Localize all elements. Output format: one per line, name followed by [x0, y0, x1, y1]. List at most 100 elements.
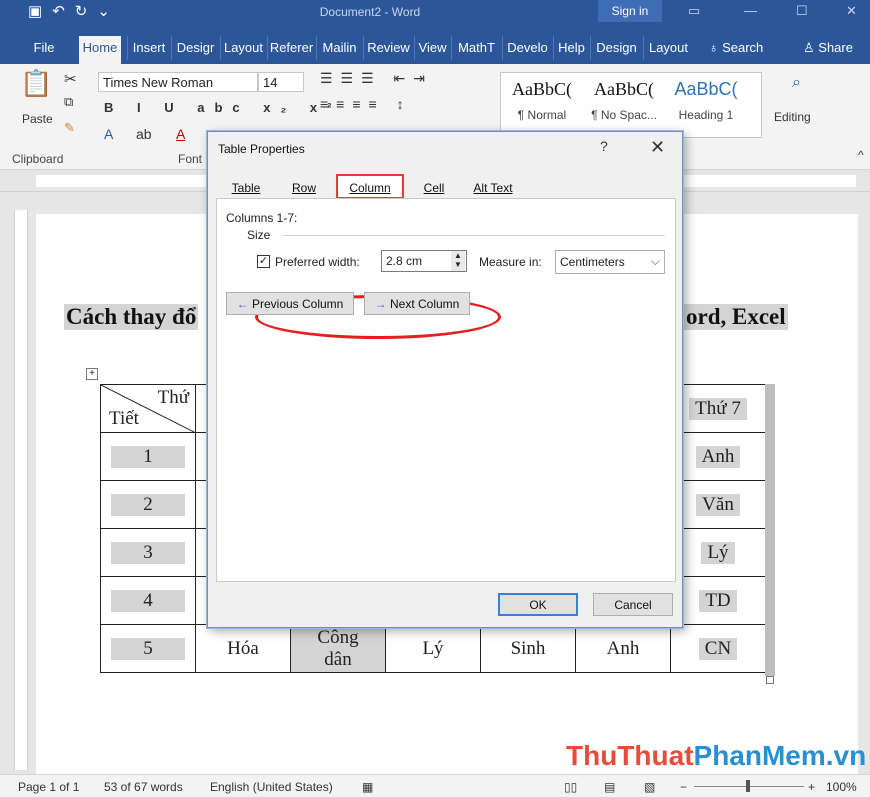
table-cell[interactable]: CN	[670, 624, 766, 673]
paste-icon[interactable]: 📋	[20, 68, 52, 99]
table-cell[interactable]: 1	[100, 432, 196, 481]
table-cell[interactable]: Lý	[670, 528, 766, 577]
find-icon[interactable]: ⌕	[792, 74, 801, 92]
zoom-slider-thumb[interactable]	[746, 780, 750, 792]
next-column-button[interactable]: → Next Column	[364, 292, 470, 315]
ok-button[interactable]: OK	[498, 593, 578, 616]
table-cell[interactable]: Sinh	[480, 624, 576, 673]
page-count[interactable]: Page 1 of 1	[18, 780, 79, 794]
web-layout-icon[interactable]: ▧	[644, 780, 655, 794]
share-button[interactable]: ♙ Share	[798, 36, 858, 60]
table-cell[interactable]: 4	[100, 576, 196, 625]
text-effects-icon[interactable]: A	[104, 126, 113, 142]
tab-mathtype[interactable]: MathT	[451, 36, 501, 60]
table-cell[interactable]: 3	[100, 528, 196, 577]
tab-help[interactable]: Help	[553, 36, 589, 60]
tab-review[interactable]: Review	[363, 36, 413, 60]
previous-column-button[interactable]: ← Previous Column	[226, 292, 354, 315]
proofing-icon[interactable]: ▦	[362, 780, 373, 794]
watermark-logo: ThuThuatPhanMem.vn	[566, 740, 867, 771]
width-spinner[interactable]: ▲ ▼	[451, 251, 465, 271]
tab-references[interactable]: Referer	[267, 36, 315, 60]
tab-cell[interactable]: Cell	[412, 178, 456, 198]
minimize-icon[interactable]: —	[744, 3, 757, 18]
copy-icon[interactable]: ⧉	[64, 94, 73, 110]
tab-table-layout[interactable]: Layout	[643, 36, 693, 60]
status-bar: Page 1 of 1 53 of 67 words English (Unit…	[0, 774, 870, 797]
heading-right: ord, Excel	[684, 304, 788, 330]
print-layout-icon[interactable]: ▤	[604, 780, 615, 794]
font-name-box[interactable]: Times New Roman	[98, 72, 258, 92]
tab-developer[interactable]: Develo	[502, 36, 552, 60]
cut-icon[interactable]: ✂	[64, 70, 77, 88]
size-divider	[283, 235, 665, 236]
format-painter-icon[interactable]: ✎	[64, 120, 75, 136]
column-tab-panel: Columns 1-7: Size ✓ Preferred width: 2.8…	[216, 198, 676, 582]
help-button[interactable]: ?	[600, 138, 608, 154]
diagonal-header-cell[interactable]: Thứ Tiết	[100, 384, 196, 433]
language-indicator[interactable]: English (United States)	[210, 780, 333, 794]
group-clipboard-label: Clipboard	[12, 152, 64, 166]
style-heading-1[interactable]: AaBbC( Heading 1	[665, 79, 747, 122]
font-color-icon[interactable]: A	[176, 126, 185, 142]
word-count[interactable]: 53 of 67 words	[104, 780, 183, 794]
table-row: 5 Hóa Công dân Lý Sinh Anh CN	[100, 624, 766, 673]
style-normal[interactable]: AaBbC( ¶ Normal	[501, 79, 583, 122]
list-icons[interactable]: ☰☰☰ ⇤⇥	[320, 70, 433, 87]
arrow-left-icon: ←	[236, 297, 249, 311]
title-bar: ▣↶↻⌄ Document2 - Word Sign in ▭ — ☐ ✕	[0, 0, 870, 26]
ribbon-display-icon[interactable]: ▭	[688, 3, 700, 19]
table-resize-handle[interactable]	[766, 676, 774, 684]
zoom-level[interactable]: 100%	[826, 780, 857, 794]
align-icons[interactable]: ≡≡≡≡ ↕	[320, 96, 412, 112]
tab-row[interactable]: Row	[280, 178, 328, 198]
paste-button[interactable]: Paste	[22, 112, 53, 126]
table-cell[interactable]: Hóa	[195, 624, 291, 673]
table-cell[interactable]: 5	[100, 624, 196, 673]
table-move-handle-icon[interactable]: +	[86, 368, 98, 380]
table-cell[interactable]: 2	[100, 480, 196, 529]
dialog-title: Table Properties	[218, 142, 305, 156]
highlight-icon[interactable]: ab	[136, 126, 152, 142]
table-cell[interactable]: Anh	[670, 432, 766, 481]
preferred-width-label: Preferred width:	[275, 255, 360, 269]
close-window-icon[interactable]: ✕	[846, 3, 857, 19]
format-buttons[interactable]: B I U abc x₂ x²	[104, 100, 341, 115]
tab-home[interactable]: Home	[79, 36, 121, 64]
table-cell[interactable]: TD	[670, 576, 766, 625]
tab-table[interactable]: Table	[222, 178, 270, 198]
zoom-out-icon[interactable]: −	[680, 780, 687, 794]
cancel-button[interactable]: Cancel	[593, 593, 673, 616]
columns-label: Columns 1-7:	[226, 211, 298, 225]
tab-table-design[interactable]: Design	[590, 36, 642, 60]
tab-column[interactable]: Column	[336, 174, 404, 199]
tab-design[interactable]: Desigr	[171, 36, 219, 60]
table-cell[interactable]: Văn	[670, 480, 766, 529]
tab-file[interactable]: File	[26, 36, 62, 60]
zoom-in-icon[interactable]: +	[808, 780, 815, 794]
size-label: Size	[247, 228, 271, 242]
preferred-width-checkbox[interactable]: ✓	[257, 255, 270, 268]
table-cell[interactable]: Lý	[385, 624, 481, 673]
collapse-ribbon-icon[interactable]: ^	[858, 148, 864, 162]
table-cell[interactable]: Công dân	[290, 624, 386, 673]
styles-gallery[interactable]: AaBbC( ¶ Normal AaBbC( ¶ No Spac... AaBb…	[500, 72, 762, 138]
font-size-box[interactable]: 14	[258, 72, 304, 92]
tab-insert[interactable]: Insert	[127, 36, 170, 60]
maximize-icon[interactable]: ☐	[796, 3, 808, 19]
group-font-label: Font	[178, 152, 203, 166]
tab-alt-text[interactable]: Alt Text	[462, 178, 524, 198]
search-box[interactable]: ♁ Search	[700, 36, 772, 60]
table-cell[interactable]: Anh	[575, 624, 671, 673]
tab-view[interactable]: View	[414, 36, 450, 60]
measure-in-select[interactable]: Centimeters ⌵	[555, 250, 665, 274]
table-cell[interactable]: Thứ 7	[670, 384, 766, 433]
dialog-close-button[interactable]: ✕	[650, 137, 665, 158]
read-mode-icon[interactable]: ▯▯	[564, 780, 577, 794]
style-no-spacing[interactable]: AaBbC( ¶ No Spac...	[583, 79, 665, 122]
sign-in-button[interactable]: Sign in	[598, 0, 662, 22]
lightbulb-icon: ♁	[708, 40, 719, 55]
tab-mailings[interactable]: Mailin	[316, 36, 362, 60]
editing-button[interactable]: Editing	[774, 110, 811, 124]
tab-layout[interactable]: Layout	[220, 36, 266, 60]
